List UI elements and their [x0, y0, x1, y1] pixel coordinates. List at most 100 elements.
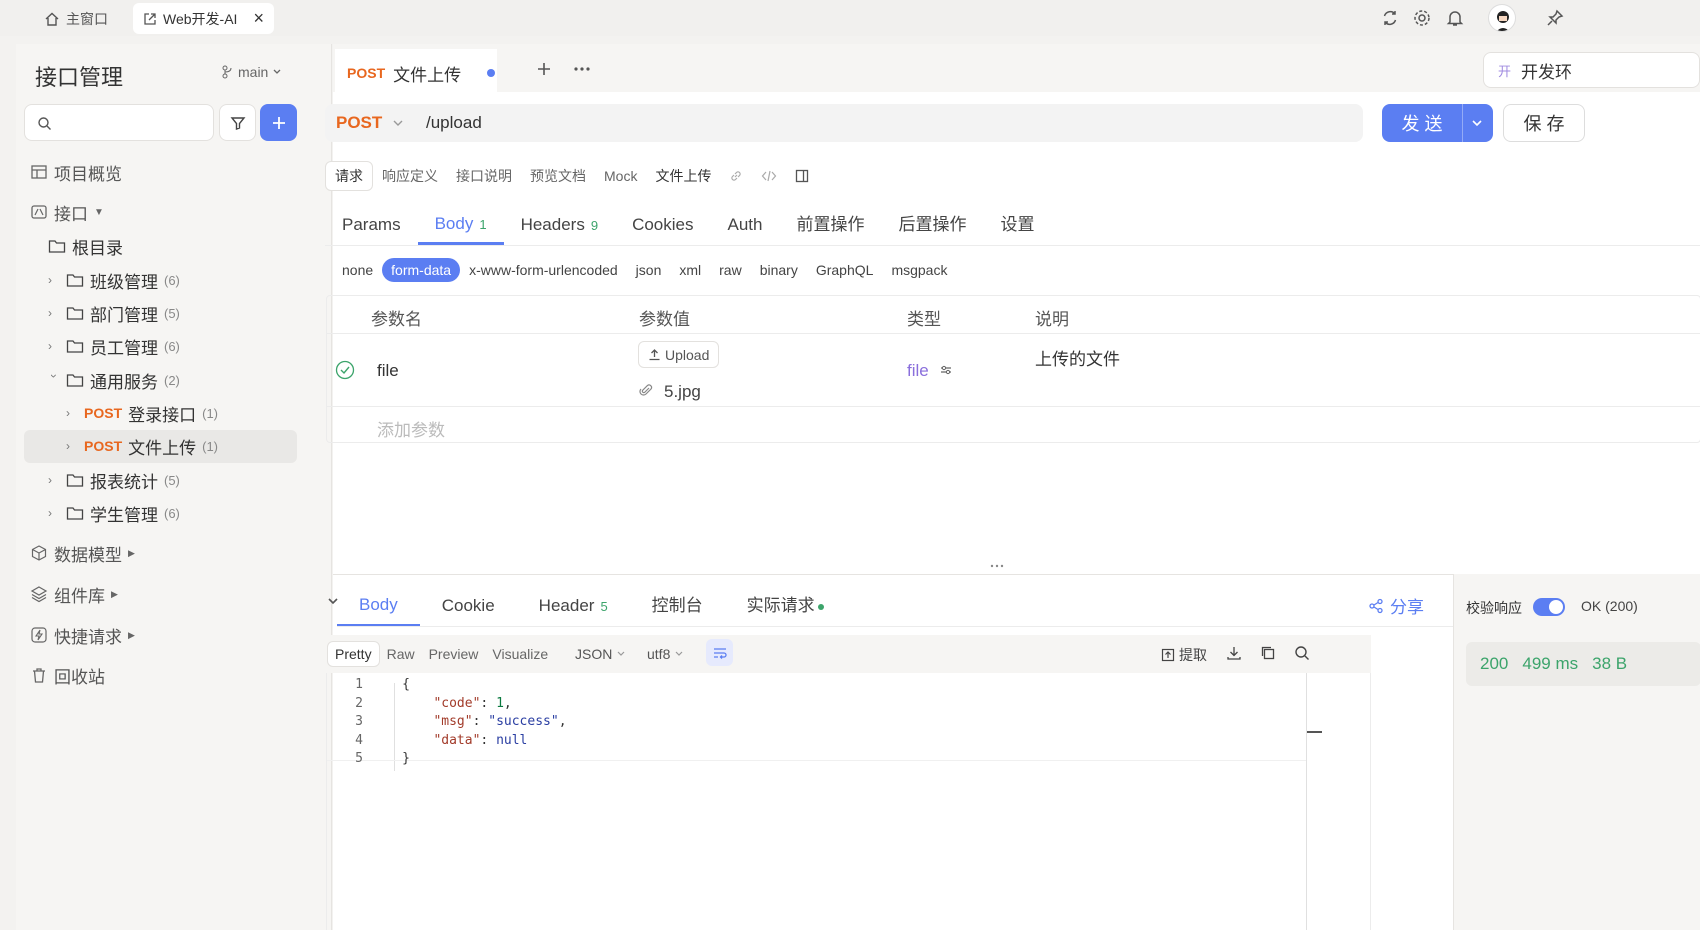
subnav-request[interactable]: 请求 — [325, 161, 373, 191]
tree-folder-expanded[interactable]: › 通用服务 (2) — [47, 367, 180, 393]
param-description[interactable]: 上传的文件 — [1035, 345, 1120, 370]
method-select[interactable]: POST — [325, 113, 415, 133]
code-icon[interactable] — [752, 165, 786, 187]
tree-label: 学生管理 — [90, 505, 158, 525]
body-type-graphql[interactable]: GraphQL — [807, 258, 883, 282]
row-enabled-check-icon[interactable] — [335, 360, 355, 380]
validate-toggle[interactable] — [1533, 598, 1565, 616]
format-visualize[interactable]: Visualize — [485, 642, 555, 666]
external-link-icon — [143, 12, 157, 26]
body-type-json[interactable]: json — [627, 258, 671, 282]
chevron-right-icon: › — [48, 506, 52, 520]
home-window-tab[interactable]: 主窗口 — [34, 3, 118, 34]
search-input[interactable] — [24, 104, 214, 141]
add-button[interactable] — [260, 104, 297, 141]
chevron-down-icon — [392, 117, 404, 129]
scrollbar-track[interactable] — [1306, 673, 1307, 930]
tree-root[interactable]: 根目录 — [48, 233, 123, 259]
close-tab-button[interactable]: × — [253, 8, 264, 29]
resp-tab-header[interactable]: Header 5 — [517, 596, 630, 626]
upload-button[interactable]: Upload — [638, 341, 720, 368]
tree-endpoint[interactable]: › POST 登录接口 (1) — [66, 400, 218, 426]
subnav-preview-doc[interactable]: 预览文档 — [521, 162, 595, 190]
refresh-icon[interactable] — [1380, 8, 1400, 28]
resize-handle-icon[interactable] — [990, 564, 1004, 568]
send-options-chevron-icon[interactable] — [1462, 104, 1483, 142]
settings-icon[interactable] — [1412, 8, 1432, 28]
save-button[interactable]: 保 存 — [1503, 104, 1585, 142]
resp-tab-body[interactable]: Body — [337, 595, 420, 626]
type-options-icon[interactable] — [939, 363, 953, 377]
tree-folder[interactable]: › 部门管理 (5) — [48, 300, 180, 326]
param-name[interactable]: file — [377, 361, 399, 381]
avatar[interactable] — [1488, 4, 1516, 32]
copy-icon[interactable] — [1260, 645, 1276, 661]
encoding-select[interactable]: utf8 — [647, 646, 684, 662]
url-input[interactable]: /upload — [426, 113, 482, 133]
tab-params[interactable]: Params — [325, 215, 418, 245]
subnav-response-def[interactable]: 响应定义 — [373, 162, 447, 190]
subnav-api-doc[interactable]: 接口说明 — [447, 162, 521, 190]
tab-body[interactable]: Body 1 — [417, 214, 504, 245]
language-select[interactable]: JSON — [575, 646, 626, 662]
word-wrap-toggle[interactable] — [706, 639, 733, 666]
resp-tab-console[interactable]: 控制台 — [630, 591, 725, 626]
chevron-down-icon: › — [47, 374, 61, 378]
caret-right-icon: ▶ — [128, 547, 135, 558]
tree-folder[interactable]: › 报表统计 (5) — [48, 467, 180, 493]
body-type-form-data[interactable]: form-data — [382, 258, 461, 282]
tab-auth[interactable]: Auth — [710, 215, 779, 245]
code-editor[interactable]: 1 { 2 "code": 1, 3 "msg": "success", 4 "… — [326, 673, 1371, 930]
pin-icon[interactable] — [1545, 8, 1565, 28]
extract-button[interactable]: 提取 — [1161, 645, 1207, 665]
download-icon[interactable] — [1226, 645, 1242, 661]
search-icon[interactable] — [1294, 645, 1310, 661]
body-type-msgpack[interactable]: msgpack — [882, 258, 956, 282]
tab-badge: 5 — [600, 599, 608, 614]
new-tab-plus-icon[interactable] — [536, 61, 552, 77]
branch-name: main — [238, 64, 269, 80]
filter-button[interactable] — [219, 104, 256, 141]
resp-tab-cookie[interactable]: Cookie — [420, 596, 517, 626]
body-type-raw[interactable]: raw — [710, 258, 751, 282]
tab-cookies[interactable]: Cookies — [615, 215, 710, 245]
nav-api[interactable]: 接口 ▼ — [30, 199, 104, 225]
split-view-icon[interactable] — [786, 165, 818, 187]
param-type[interactable]: file — [907, 361, 929, 381]
body-type-xml[interactable]: xml — [670, 258, 710, 282]
subnav-mock[interactable]: Mock — [595, 164, 646, 188]
nav-project-overview[interactable]: 项目概览 — [30, 159, 122, 185]
tab-headers[interactable]: Headers 9 — [504, 215, 616, 245]
doc-tab-active[interactable]: POST 文件上传 — [335, 49, 497, 97]
format-preview[interactable]: Preview — [422, 642, 486, 666]
nav-recycle-bin[interactable]: 回收站 — [30, 662, 105, 688]
nav-label: 回收站 — [54, 667, 105, 687]
format-pretty[interactable]: Pretty — [327, 641, 380, 667]
bell-icon[interactable] — [1445, 8, 1465, 28]
nav-quick-request[interactable]: 快捷请求 ▶ — [30, 622, 135, 648]
body-type-urlencoded[interactable]: x-www-form-urlencoded — [460, 258, 627, 282]
environment-selector[interactable]: 开 开发环 — [1483, 52, 1700, 88]
active-window-tab[interactable]: Web开发-AI × — [133, 3, 274, 34]
tab-pre-request[interactable]: 前置操作 — [779, 210, 881, 245]
link-icon[interactable] — [720, 165, 752, 187]
nav-data-model[interactable]: 数据模型 ▶ — [30, 540, 135, 566]
add-param-input[interactable]: 添加参数 — [377, 416, 445, 441]
tree-folder[interactable]: › 班级管理 (6) — [48, 267, 180, 293]
body-type-binary[interactable]: binary — [751, 258, 807, 282]
tab-settings[interactable]: 设置 — [983, 210, 1051, 245]
chevron-down-icon — [272, 67, 282, 77]
share-button[interactable]: 分享 — [1368, 593, 1424, 618]
more-icon[interactable] — [573, 66, 591, 72]
tree-endpoint-selected[interactable]: › POST 文件上传 (1) — [66, 433, 218, 459]
format-raw[interactable]: Raw — [380, 642, 422, 666]
nav-components[interactable]: 组件库 ▶ — [30, 581, 118, 607]
branch-selector[interactable]: main — [222, 64, 282, 80]
col-header-desc: 说明 — [1035, 310, 1069, 329]
tree-folder[interactable]: › 员工管理 (6) — [48, 333, 180, 359]
resp-tab-actual-request[interactable]: 实际请求 — [725, 591, 846, 626]
tab-post-request[interactable]: 后置操作 — [881, 210, 983, 245]
send-button[interactable]: 发 送 — [1382, 104, 1493, 142]
body-type-none[interactable]: none — [333, 258, 382, 282]
tree-folder[interactable]: › 学生管理 (6) — [48, 500, 180, 526]
